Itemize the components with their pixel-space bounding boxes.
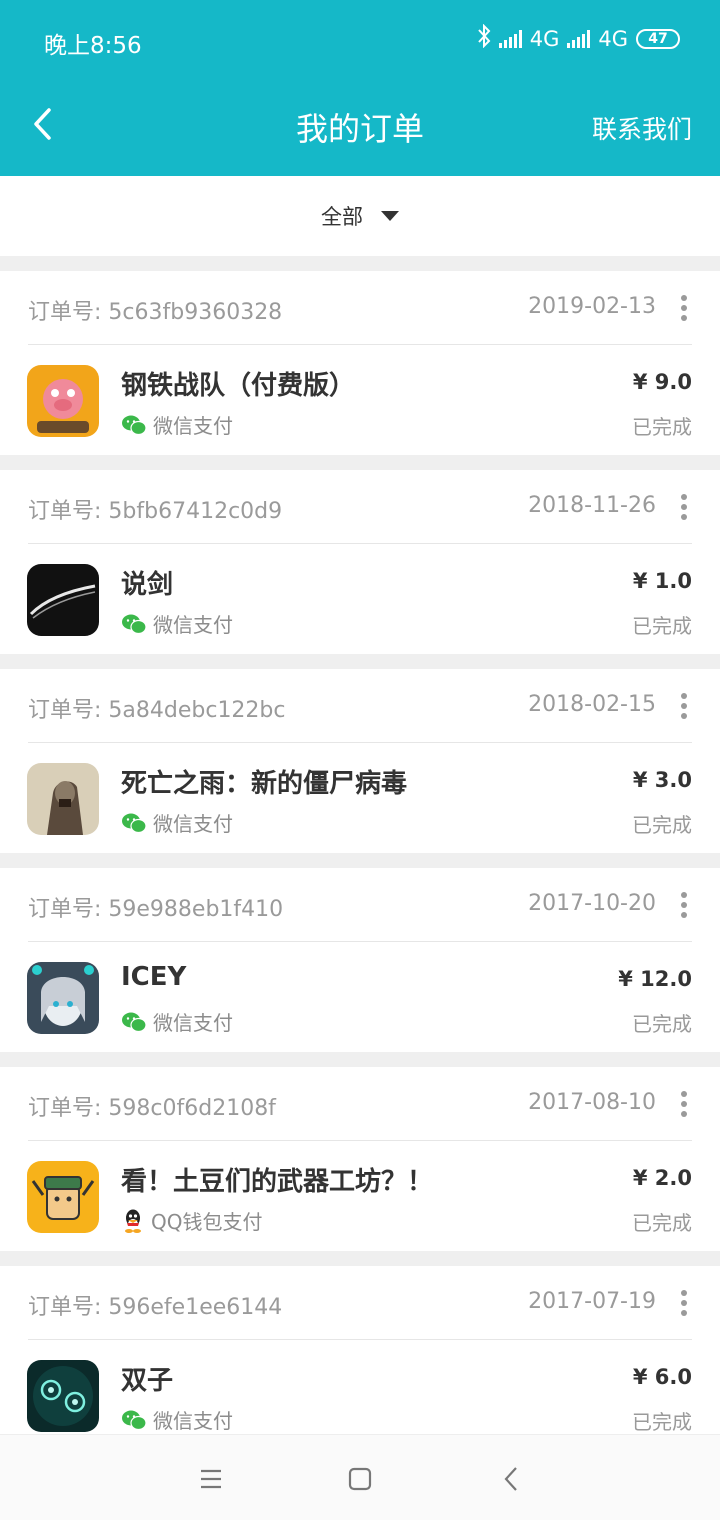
order-price: ¥ 6.0 (632, 1365, 692, 1389)
order-card[interactable]: 订单号: 59e988eb1f410 2017-10-20 ICEY 微信支付 … (0, 868, 720, 1052)
wechat-pay-icon (122, 1012, 147, 1032)
order-price: ¥ 2.0 (632, 1166, 692, 1190)
product-name: ICEY (121, 962, 187, 992)
wechat-pay-icon (122, 1410, 147, 1430)
more-options-icon[interactable] (680, 494, 688, 520)
more-options-icon[interactable] (680, 693, 688, 719)
order-header: 订单号: 5c63fb9360328 2019-02-13 (28, 271, 692, 345)
order-status: 已完成 (632, 614, 692, 638)
order-date: 2017-08-10 (528, 1090, 656, 1115)
order-price: ¥ 1.0 (632, 569, 692, 593)
order-card[interactable]: 订单号: 596efe1ee6144 2017-07-19 双子 微信支付 ¥ … (0, 1266, 720, 1434)
home-button[interactable] (344, 1463, 376, 1495)
back-arrow-icon (504, 1467, 517, 1491)
app-icon (27, 1360, 99, 1432)
system-nav-bar (0, 1434, 720, 1520)
battery-icon: 47 (636, 28, 680, 49)
more-options-icon[interactable] (680, 1290, 688, 1316)
order-list[interactable]: 订单号: 5c63fb9360328 2019-02-13 钢铁战队（付费版） … (0, 256, 720, 1434)
product-name: 看！土豆们的武器工坊？！ (121, 1167, 434, 1197)
payment-method: 微信支付 (121, 1405, 233, 1434)
order-date: 2017-07-19 (528, 1289, 656, 1314)
order-status: 已完成 (632, 415, 692, 439)
payment-method: 微信支付 (121, 808, 233, 837)
menu-button[interactable] (195, 1463, 227, 1495)
more-options-icon[interactable] (680, 295, 688, 321)
order-header: 订单号: 59e988eb1f410 2017-10-20 (28, 868, 692, 942)
payment-label: 微信支付 (153, 1011, 233, 1035)
wechat-pay-icon (122, 614, 147, 634)
signal-icon (498, 29, 522, 48)
order-header: 订单号: 5a84debc122bc 2018-02-15 (28, 669, 692, 743)
product-name: 说剑 (121, 570, 174, 600)
order-id: 订单号: 5a84debc122bc (28, 698, 286, 723)
payment-label: 微信支付 (153, 613, 233, 637)
order-status: 已完成 (632, 813, 692, 837)
order-header: 订单号: 596efe1ee6144 2017-07-19 (28, 1266, 692, 1340)
wechat-pay-icon (122, 415, 147, 435)
order-id: 订单号: 5bfb67412c0d9 (28, 499, 283, 524)
more-options-icon[interactable] (680, 1091, 688, 1117)
order-date: 2018-02-15 (528, 692, 656, 717)
order-card[interactable]: 订单号: 5a84debc122bc 2018-02-15 死亡之雨：新的僵尸病… (0, 669, 720, 853)
network-label-1: 4G (529, 26, 560, 51)
bluetooth-icon (477, 23, 491, 53)
payment-method: QQ钱包支付 (121, 1206, 262, 1235)
contact-us-button[interactable]: 联系我们 (592, 110, 692, 146)
order-card[interactable]: 订单号: 598c0f6d2108f 2017-08-10 看！土豆们的武器工坊… (0, 1067, 720, 1251)
caret-down-icon (381, 211, 399, 221)
payment-label: 微信支付 (153, 812, 233, 836)
app-icon (27, 1161, 99, 1233)
product-name: 死亡之雨：新的僵尸病毒 (121, 769, 408, 799)
payment-method: 微信支付 (121, 410, 233, 439)
status-icons: 4G 4G 47 (477, 23, 680, 53)
order-card[interactable]: 订单号: 5bfb67412c0d9 2018-11-26 说剑 微信支付 ¥ … (0, 470, 720, 654)
app-icon (27, 763, 99, 835)
payment-label: 微信支付 (153, 1409, 233, 1433)
order-status: 已完成 (632, 1012, 692, 1036)
product-name: 钢铁战队（付费版） (121, 371, 356, 401)
order-id: 订单号: 598c0f6d2108f (28, 1096, 276, 1121)
qq-wallet-icon (125, 1209, 141, 1233)
order-status: 已完成 (632, 1211, 692, 1235)
order-filter-dropdown[interactable]: 全部 (0, 176, 720, 256)
order-id: 订单号: 596efe1ee6144 (28, 1295, 283, 1320)
order-price: ¥ 9.0 (632, 370, 692, 394)
order-price: ¥ 12.0 (618, 967, 692, 991)
order-card[interactable]: 订单号: 5c63fb9360328 2019-02-13 钢铁战队（付费版） … (0, 271, 720, 455)
menu-icon (201, 1469, 221, 1489)
order-price: ¥ 3.0 (632, 768, 692, 792)
order-status: 已完成 (632, 1410, 692, 1434)
payment-label: 微信支付 (153, 414, 233, 438)
status-bar: 晚上8:56 4G 4G 47 (0, 0, 720, 80)
top-bar: 晚上8:56 4G 4G 47 我的订单 联系我们 (0, 0, 720, 176)
signal-icon-2 (567, 29, 591, 48)
wechat-pay-icon (122, 813, 147, 833)
payment-method: 微信支付 (121, 1007, 233, 1036)
payment-method: 微信支付 (121, 609, 233, 638)
order-date: 2019-02-13 (528, 294, 656, 319)
order-id: 订单号: 5c63fb9360328 (28, 300, 283, 325)
status-time: 晚上8:56 (44, 33, 142, 59)
battery-level: 47 (648, 30, 668, 47)
order-header: 订单号: 5bfb67412c0d9 2018-11-26 (28, 470, 692, 544)
app-icon (27, 962, 99, 1034)
system-back-button[interactable] (495, 1463, 527, 1495)
product-name: 双子 (121, 1366, 174, 1396)
order-header: 订单号: 598c0f6d2108f 2017-08-10 (28, 1067, 692, 1141)
order-date: 2017-10-20 (528, 891, 656, 916)
home-square-icon (348, 1467, 372, 1491)
order-id: 订单号: 59e988eb1f410 (28, 897, 284, 922)
payment-label: QQ钱包支付 (151, 1210, 263, 1234)
network-label-2: 4G (598, 26, 628, 51)
nav-bar: 我的订单 联系我们 (0, 80, 720, 176)
app-icon (27, 365, 99, 437)
app-icon (27, 564, 99, 636)
filter-label: 全部 (321, 205, 363, 229)
more-options-icon[interactable] (680, 892, 688, 918)
order-date: 2018-11-26 (528, 493, 656, 518)
